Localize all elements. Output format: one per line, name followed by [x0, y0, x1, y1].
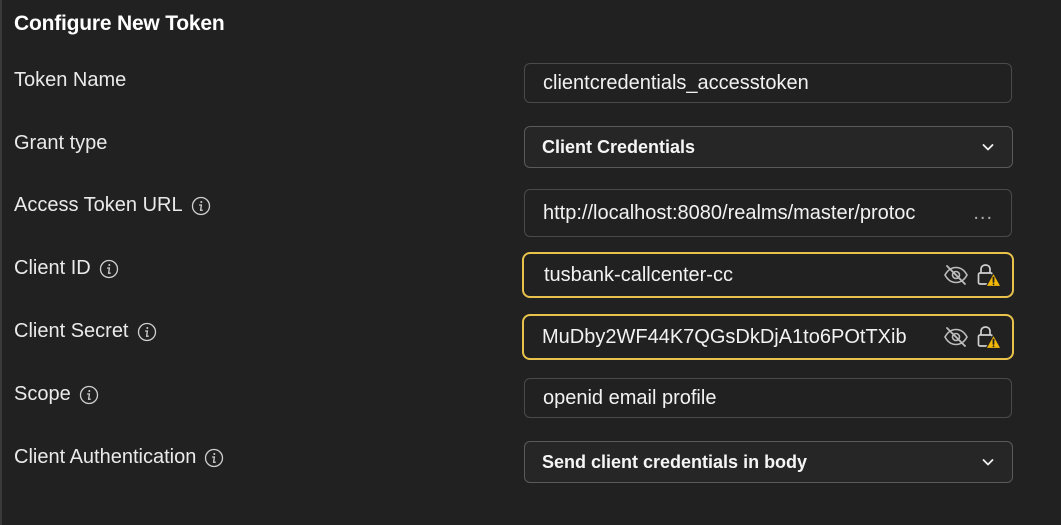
client-authentication-label-text: Client Authentication — [14, 446, 197, 468]
client-authentication-select[interactable]: Send client credentials in body — [524, 441, 1013, 483]
client-secret-label: Client Secret — [14, 320, 157, 343]
client-secret-value: MuDby2WF44K7QGsDkDjA1to6POtTXib — [542, 325, 907, 348]
client-id-value: tusbank-callcenter-cc — [544, 263, 733, 286]
access-token-url-label-text: Access Token URL — [14, 194, 183, 216]
token-name-input[interactable]: clientcredentials_accesstoken — [524, 63, 1012, 103]
client-authentication-row: Client Authentication Send client creden… — [0, 441, 1061, 487]
client-id-label-text: Client ID — [14, 257, 91, 279]
chevron-down-icon — [980, 139, 996, 155]
client-id-row: Client ID tusbank-callcenter-cc — [0, 252, 1061, 298]
client-authentication-value: Send client credentials in body — [542, 451, 808, 472]
overflow-ellipsis: ... — [973, 201, 993, 224]
info-icon[interactable] — [137, 322, 157, 342]
client-id-label: Client ID — [14, 257, 119, 280]
token-name-label: Token Name — [14, 69, 126, 92]
scope-input[interactable]: openid email profile — [524, 378, 1012, 418]
info-icon[interactable] — [191, 196, 211, 216]
grant-type-label: Grant type — [14, 132, 107, 155]
info-icon[interactable] — [79, 385, 99, 405]
lock-warning-icon[interactable] — [974, 323, 1002, 351]
scope-label-text: Scope — [14, 383, 71, 405]
page-title: Configure New Token — [14, 12, 225, 35]
scope-value: openid email profile — [543, 386, 717, 409]
access-token-url-input[interactable]: http://localhost:8080/realms/master/prot… — [524, 189, 1012, 237]
access-token-url-row: Access Token URL http://localhost:8080/r… — [0, 189, 1061, 237]
access-token-url-label: Access Token URL — [14, 194, 211, 217]
token-name-label-text: Token Name — [14, 69, 127, 91]
client-id-input[interactable]: tusbank-callcenter-cc — [522, 252, 1014, 298]
client-secret-label-text: Client Secret — [14, 320, 129, 342]
scope-label: Scope — [14, 383, 99, 406]
client-authentication-label: Client Authentication — [14, 446, 224, 469]
grant-type-select[interactable]: Client Credentials — [524, 126, 1013, 168]
eye-off-icon[interactable] — [942, 323, 970, 351]
grant-type-label-text: Grant type — [14, 132, 108, 154]
lock-warning-icon[interactable] — [974, 261, 1002, 289]
scope-row: Scope openid email profile — [0, 378, 1061, 424]
grant-type-value: Client Credentials — [542, 136, 696, 157]
client-secret-input[interactable]: MuDby2WF44K7QGsDkDjA1to6POtTXib — [522, 314, 1014, 360]
info-icon[interactable] — [99, 259, 119, 279]
token-name-row: Token Name clientcredentials_accesstoken — [0, 63, 1061, 109]
access-token-url-value: http://localhost:8080/realms/master/prot… — [543, 201, 916, 224]
chevron-down-icon — [980, 454, 996, 470]
grant-type-row: Grant type Client Credentials — [0, 126, 1061, 172]
token-name-value: clientcredentials_accesstoken — [543, 71, 809, 94]
info-icon[interactable] — [204, 448, 224, 468]
client-secret-row: Client Secret MuDby2WF44K7QGsDkDjA1to6PO… — [0, 314, 1061, 360]
eye-off-icon[interactable] — [942, 261, 970, 289]
